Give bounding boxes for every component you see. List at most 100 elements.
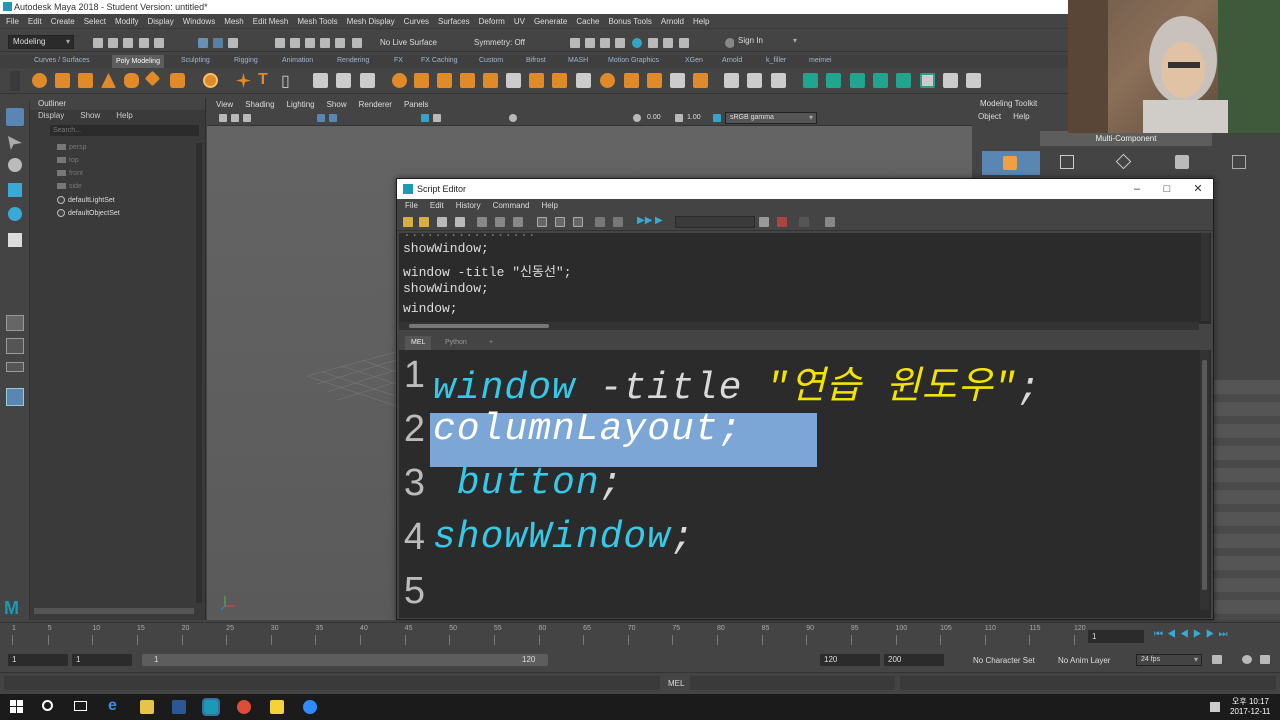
fps-dropdown[interactable]: 24 fps xyxy=(1136,654,1202,666)
hypershade-icon[interactable] xyxy=(615,38,625,48)
menu-create[interactable]: Create xyxy=(51,17,75,26)
svg-icon[interactable]: ▯ xyxy=(281,71,290,91)
lighting-icon[interactable] xyxy=(509,114,517,122)
code-vscroll-thumb[interactable] xyxy=(1202,360,1207,590)
menu-mesh[interactable]: Mesh xyxy=(224,17,244,26)
outliner-item-front[interactable]: front xyxy=(57,169,83,179)
tab-add[interactable]: + xyxy=(489,336,493,350)
pause-icon[interactable] xyxy=(679,38,689,48)
animation-start-field[interactable]: 1 xyxy=(72,654,132,666)
shelf-tab-fx[interactable]: FX xyxy=(394,57,403,64)
shelf-tab-meimei[interactable]: meimei xyxy=(809,57,832,64)
new-scene-icon[interactable] xyxy=(93,38,103,48)
tab-python[interactable]: Python xyxy=(445,336,467,350)
edge-mode-icon[interactable] xyxy=(1115,153,1132,170)
source-script-icon[interactable] xyxy=(419,217,429,227)
show-input-icon[interactable] xyxy=(555,217,565,227)
history-hscrollbar[interactable] xyxy=(399,322,1199,330)
chrome-icon[interactable] xyxy=(237,700,251,714)
execute-all-icon[interactable]: ▶▶ xyxy=(637,215,652,226)
outliner-menu-display[interactable]: Display xyxy=(38,110,64,123)
word-icon[interactable] xyxy=(172,700,186,714)
show-history-icon[interactable] xyxy=(537,217,547,227)
se-menu-file[interactable]: File xyxy=(405,199,418,212)
cleanup-icon[interactable] xyxy=(670,73,685,88)
mirror-icon[interactable] xyxy=(624,73,639,88)
start-time-field[interactable]: 1 xyxy=(8,654,68,666)
uv-mode-icon[interactable] xyxy=(1232,155,1246,169)
sign-in-dropdown[interactable]: Sign In xyxy=(734,35,800,49)
quad-draw-icon[interactable] xyxy=(600,73,615,88)
shelf-tab-bifrost[interactable]: Bifrost xyxy=(526,57,546,64)
snap-point-icon[interactable] xyxy=(305,38,315,48)
script-editor-titlebar[interactable]: Script Editor – □ ✕ xyxy=(397,179,1213,199)
move-tool-icon[interactable] xyxy=(8,183,22,197)
menu-deform[interactable]: Deform xyxy=(479,17,505,26)
se-menu-help[interactable]: Help xyxy=(541,199,557,212)
command-input-left[interactable] xyxy=(4,676,660,690)
command-input[interactable] xyxy=(690,676,895,690)
camera-select-icon[interactable] xyxy=(219,114,227,122)
shelf-tab-mash[interactable]: MASH xyxy=(568,57,588,64)
clear-input-icon[interactable] xyxy=(495,217,505,227)
viewport-menu-show[interactable]: Show xyxy=(327,98,347,112)
face-mode-icon[interactable] xyxy=(1175,155,1189,169)
script-search-input[interactable] xyxy=(675,216,755,228)
shelf-settings-icon[interactable] xyxy=(10,71,20,91)
poly-torus-icon[interactable] xyxy=(124,73,139,88)
outliner-item-top[interactable]: top xyxy=(57,156,79,166)
cylindrical-map-icon[interactable] xyxy=(747,73,762,88)
two-pane-layout-icon[interactable] xyxy=(6,362,24,372)
goto-line-icon[interactable] xyxy=(777,217,787,227)
outliner-menu-help[interactable]: Help xyxy=(116,110,132,123)
line-numbers-icon[interactable] xyxy=(613,217,623,227)
shelf-tab-rigging[interactable]: Rigging xyxy=(234,57,258,64)
target-weld-icon[interactable] xyxy=(552,73,567,88)
select-by-hierarchy-icon[interactable] xyxy=(198,38,208,48)
se-menu-history[interactable]: History xyxy=(456,199,481,212)
transfer-attributes-icon[interactable] xyxy=(943,73,958,88)
menu-file[interactable]: File xyxy=(6,17,19,26)
sew-uv-icon[interactable] xyxy=(873,73,888,88)
search-icon[interactable] xyxy=(42,700,53,711)
code-line[interactable]: button; xyxy=(433,462,623,505)
edge-browser-icon[interactable]: e xyxy=(108,697,122,714)
select-by-object-icon[interactable] xyxy=(213,38,223,48)
vertex-mode-icon[interactable] xyxy=(1060,155,1074,169)
object-mode-button[interactable] xyxy=(982,151,1040,175)
colorspace-dropdown[interactable]: sRGB gamma xyxy=(725,112,817,124)
menu-arnold[interactable]: Arnold xyxy=(661,17,684,26)
shelf-tab-curves-surfaces[interactable]: Curves / Surfaces xyxy=(34,57,90,64)
outliner-item-persp[interactable]: persp xyxy=(57,143,87,153)
viewport-menu-panels[interactable]: Panels xyxy=(404,98,428,112)
shelf-tab-custom[interactable]: Custom xyxy=(479,57,503,64)
super-shape-icon[interactable] xyxy=(236,73,251,88)
undo-icon[interactable] xyxy=(139,38,149,48)
command-language-label[interactable]: MEL xyxy=(668,679,684,688)
menu-help[interactable]: Help xyxy=(693,17,709,26)
fill-hole-icon[interactable] xyxy=(483,73,498,88)
cut-uv-icon[interactable] xyxy=(850,73,865,88)
camera-lock-icon[interactable] xyxy=(231,114,239,122)
range-bar[interactable]: 1 120 xyxy=(142,654,548,666)
minimize-button[interactable]: – xyxy=(1122,179,1152,199)
shelf-tab-k-filler[interactable]: k_filler xyxy=(766,57,786,64)
open-scene-icon[interactable] xyxy=(108,38,118,48)
se-menu-edit[interactable]: Edit xyxy=(430,199,444,212)
arnold-render-icon[interactable] xyxy=(663,38,673,48)
shelf-tab-poly-modeling[interactable]: Poly Modeling xyxy=(112,55,164,68)
kakaotalk-icon[interactable] xyxy=(270,700,284,714)
color-management-icon[interactable] xyxy=(713,114,721,122)
history-hscroll-thumb[interactable] xyxy=(409,324,549,328)
viewport-menu-view[interactable]: View xyxy=(216,98,233,112)
menu-windows[interactable]: Windows xyxy=(183,17,215,26)
planar-map-icon[interactable] xyxy=(724,73,739,88)
menu-bonus-tools[interactable]: Bonus Tools xyxy=(608,17,651,26)
render-settings-icon[interactable] xyxy=(600,38,610,48)
poly-type-icon[interactable]: T xyxy=(258,71,268,89)
menu-select[interactable]: Select xyxy=(84,17,106,26)
menu-uv[interactable]: UV xyxy=(514,17,525,26)
current-frame-field[interactable]: 1 xyxy=(1088,630,1144,643)
show-both-icon[interactable] xyxy=(573,217,583,227)
outliner-layout-icon[interactable] xyxy=(6,388,24,406)
